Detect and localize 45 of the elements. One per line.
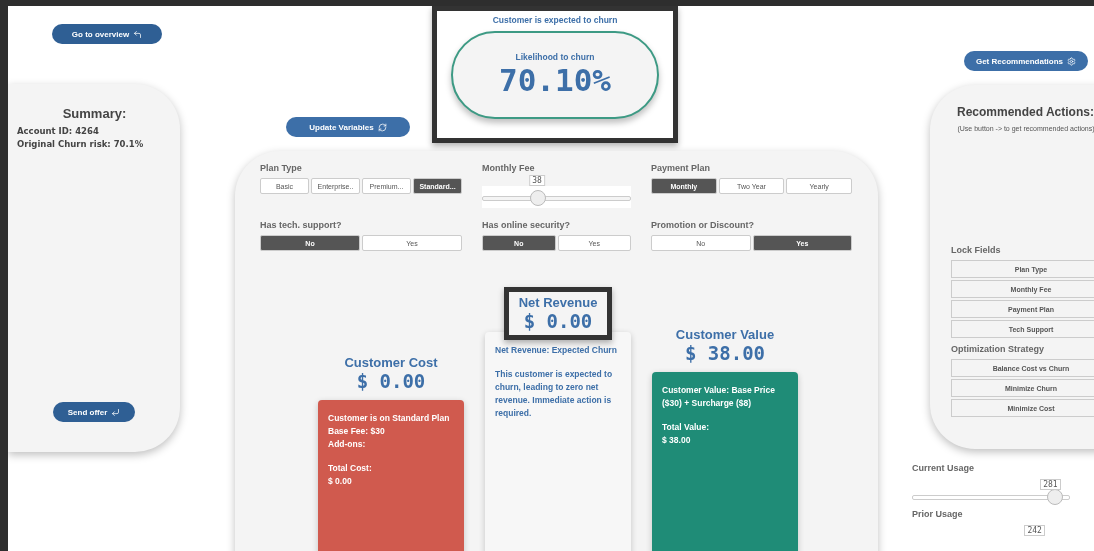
card-text: Net Revenue: Expected Churn [495, 344, 618, 357]
usage-label: Prior Usage [912, 509, 964, 519]
settings-icon [1067, 56, 1077, 66]
card-text: Add-ons: [328, 438, 367, 451]
card-text: This customer is expected to churn, leading to zero net revenue. Immediate action is required. [495, 368, 614, 420]
card-text: Total Cost: [328, 462, 373, 475]
result-amount: $ 38.00 [684, 342, 766, 364]
recommendations-title: Recommended Actions: [957, 105, 1094, 119]
result-amount: $ 0.00 [523, 310, 593, 332]
card-text: $ 0.00 [328, 475, 353, 488]
field-label: Promotion or Discount? [651, 220, 755, 230]
summary-title: Summary: [61, 106, 128, 121]
churn-label: Likelihood to churn [515, 52, 595, 62]
usage-label: Current Usage [912, 463, 975, 473]
summary-text: Original Churn risk: 70.1% [17, 138, 145, 151]
result-title: Net Revenue [518, 295, 598, 310]
card-text: Customer Value: Base Price ($30) + Surcharge ($8) [662, 384, 776, 410]
card-text: Total Value: [662, 421, 711, 434]
enter-icon [111, 407, 121, 417]
churn-value: 70.10% [499, 62, 611, 98]
refresh-icon [377, 122, 387, 132]
field-label: Has online security? [482, 220, 572, 230]
field-label: Plan Type [260, 163, 303, 173]
slider-value: 38 [529, 175, 545, 186]
field-label: Has tech. support? [260, 220, 343, 230]
slider-value: 242 [1024, 525, 1045, 536]
churn-caption: Customer is expected to churn [492, 15, 618, 25]
section-title: Optimization Strategy [951, 344, 1045, 354]
card-text: $ 38.00 [662, 434, 692, 447]
field-label: Payment Plan [651, 163, 712, 173]
result-amount: $ 0.00 [356, 370, 426, 392]
result-title: Customer Cost [344, 355, 438, 370]
slider[interactable] [912, 489, 1070, 505]
field-label: Monthly Fee [482, 163, 536, 173]
summary-text: Account ID: 4264 [17, 125, 100, 138]
back-icon [133, 29, 143, 39]
recommendations-button[interactable]: Get Recommendations [964, 51, 1088, 71]
update-variables-button[interactable]: Update Variables [286, 117, 410, 137]
slider-value: 281 [1040, 479, 1061, 490]
send-offer-button[interactable]: Send offer [53, 402, 135, 422]
card-text: Base Fee: $30 [328, 425, 386, 438]
card-text: Customer is on Standard Plan [328, 412, 451, 425]
overview-button[interactable]: Go to overview [52, 24, 162, 44]
result-title: Customer Value [675, 327, 775, 342]
section-title: Lock Fields [951, 245, 1002, 255]
